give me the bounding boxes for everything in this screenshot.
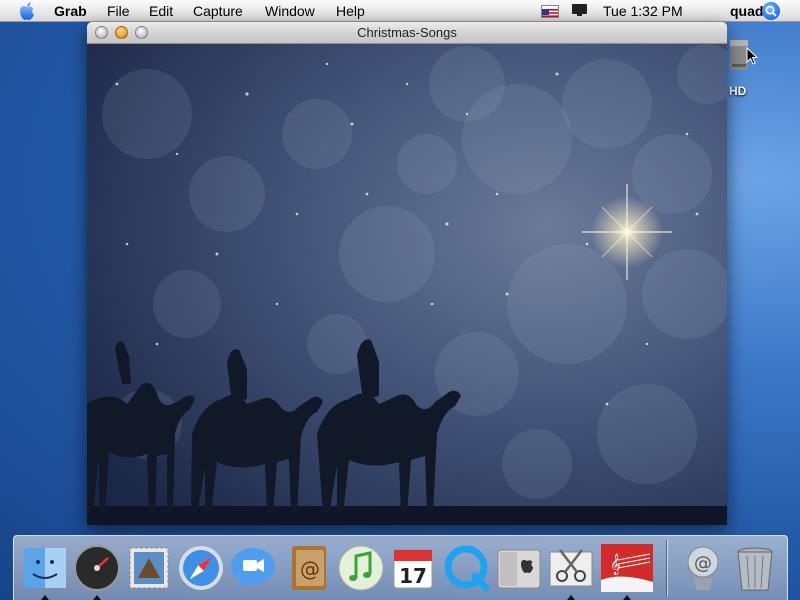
menu-file[interactable]: File	[107, 2, 130, 20]
dock-grab[interactable]	[546, 542, 596, 600]
christmas-music-thumbnail-icon: 𝄞	[601, 544, 653, 592]
dock-christmas-songs-window[interactable]: 𝄞	[600, 542, 654, 600]
menu-edit[interactable]: Edit	[149, 2, 173, 20]
menu-clock[interactable]: Tue 1:32 PM	[603, 2, 683, 20]
menu-window[interactable]: Window	[265, 2, 315, 20]
dock-quicktime[interactable]	[442, 542, 492, 594]
dock-itunes[interactable]	[336, 542, 386, 594]
at-sign-spring-icon: @	[687, 546, 719, 590]
mouse-pointer-icon	[746, 47, 758, 65]
dock-safari[interactable]	[176, 542, 226, 594]
window-title-bar[interactable]: Christmas-Songs	[87, 22, 727, 44]
menu-help[interactable]: Help	[336, 2, 365, 20]
preview-window: Christmas-Songs	[87, 22, 727, 525]
running-indicator	[567, 595, 575, 600]
dock-trash[interactable]	[730, 542, 780, 594]
menu-app-name[interactable]: Grab	[54, 2, 87, 20]
system-preferences-icon	[497, 549, 541, 589]
finder-icon	[24, 548, 66, 588]
christmas-scene-image	[87, 44, 727, 525]
dashboard-icon	[74, 545, 120, 591]
menu-capture[interactable]: Capture	[193, 2, 243, 20]
dock-downloads[interactable]: @	[678, 542, 728, 594]
ichat-bubble-icon	[231, 548, 275, 588]
dock: @ 17 𝄞 @	[13, 535, 788, 600]
dock-dashboard[interactable]	[72, 542, 122, 600]
dock-ichat[interactable]	[228, 542, 278, 594]
itunes-note-icon	[338, 545, 384, 591]
display-menu-icon[interactable]	[571, 3, 588, 17]
image-content	[87, 44, 727, 525]
running-indicator	[623, 595, 631, 600]
menu-bar: Grab File Edit Capture Window Help Tue 1…	[0, 0, 800, 22]
spotlight-search-icon[interactable]	[762, 2, 780, 20]
input-menu-us-flag-icon[interactable]	[541, 5, 559, 18]
dock-address-book[interactable]: @	[284, 542, 334, 594]
address-book-icon: @	[292, 546, 326, 590]
quicktime-q-icon	[444, 545, 490, 592]
running-indicator	[93, 595, 101, 600]
safari-compass-icon	[179, 546, 223, 590]
svg-text:@: @	[694, 553, 712, 574]
dock-finder[interactable]	[20, 542, 70, 600]
svg-text:𝄞: 𝄞	[610, 554, 621, 575]
window-title: Christmas-Songs	[357, 25, 457, 40]
apple-menu-icon[interactable]	[18, 1, 36, 21]
trash-can-icon	[737, 547, 773, 591]
grab-scissors-icon	[549, 549, 593, 587]
dock-system-preferences[interactable]	[494, 542, 544, 594]
hard-drive-label[interactable]: HD	[729, 84, 746, 98]
dock-ical[interactable]: 17	[388, 542, 438, 594]
dock-mail[interactable]	[124, 542, 174, 594]
dock-divider	[666, 540, 667, 596]
mail-stamp-icon	[129, 547, 169, 589]
svg-text:17: 17	[399, 564, 427, 588]
svg-text:@: @	[300, 557, 320, 581]
running-indicator	[41, 595, 49, 600]
ical-calendar-icon: 17	[393, 549, 433, 589]
